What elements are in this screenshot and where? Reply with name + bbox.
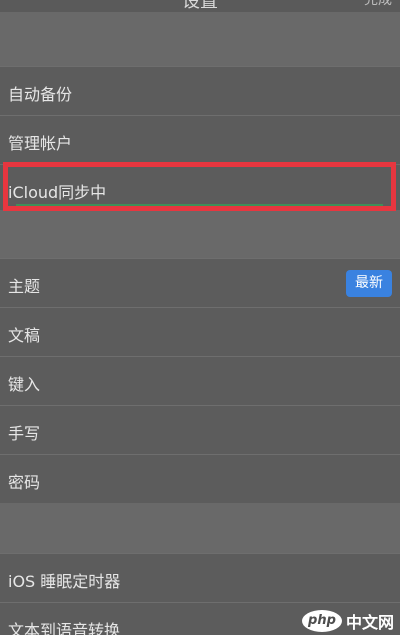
settings-row-icloud-sync[interactable]: iCloud同步中	[0, 164, 400, 210]
settings-row-password[interactable]: 密码	[0, 454, 400, 503]
settings-row-theme[interactable]: 主题 最新	[0, 258, 400, 307]
settings-row-document[interactable]: 文稿	[0, 307, 400, 356]
php-logo: php	[301, 610, 342, 632]
settings-row-typing[interactable]: 键入	[0, 356, 400, 405]
row-label: 管理帐户	[8, 134, 73, 153]
row-label: 手写	[8, 424, 41, 443]
row-label: 密码	[8, 473, 41, 492]
settings-row-manage-account[interactable]: 管理帐户	[0, 115, 400, 164]
section-gap	[0, 210, 400, 258]
done-button[interactable]: 完成	[364, 0, 392, 9]
settings-row-ios-sleep-timer[interactable]: iOS 睡眠定时器	[0, 553, 400, 602]
nav-bar: 设置 完成	[0, 0, 400, 12]
row-label: iOS 睡眠定时器	[8, 572, 121, 591]
new-badge: 最新	[346, 270, 392, 297]
watermark-text: 中文网	[345, 613, 394, 632]
settings-screen: 设置 完成 自动备份 管理帐户 iCloud同步中 主题 最新 文稿 键入 手写…	[0, 0, 400, 635]
row-label: 键入	[8, 375, 41, 394]
row-label: 文本到语音转换	[8, 621, 121, 635]
row-label: iCloud同步中	[8, 183, 107, 202]
section-gap	[0, 503, 400, 553]
section-gap	[0, 12, 400, 66]
row-label: 自动备份	[8, 85, 73, 104]
row-label: 主题	[8, 277, 41, 296]
watermark: php 中文网	[301, 609, 394, 633]
row-label: 文稿	[8, 326, 41, 345]
settings-row-handwriting[interactable]: 手写	[0, 405, 400, 454]
settings-row-auto-backup[interactable]: 自动备份	[0, 66, 400, 115]
